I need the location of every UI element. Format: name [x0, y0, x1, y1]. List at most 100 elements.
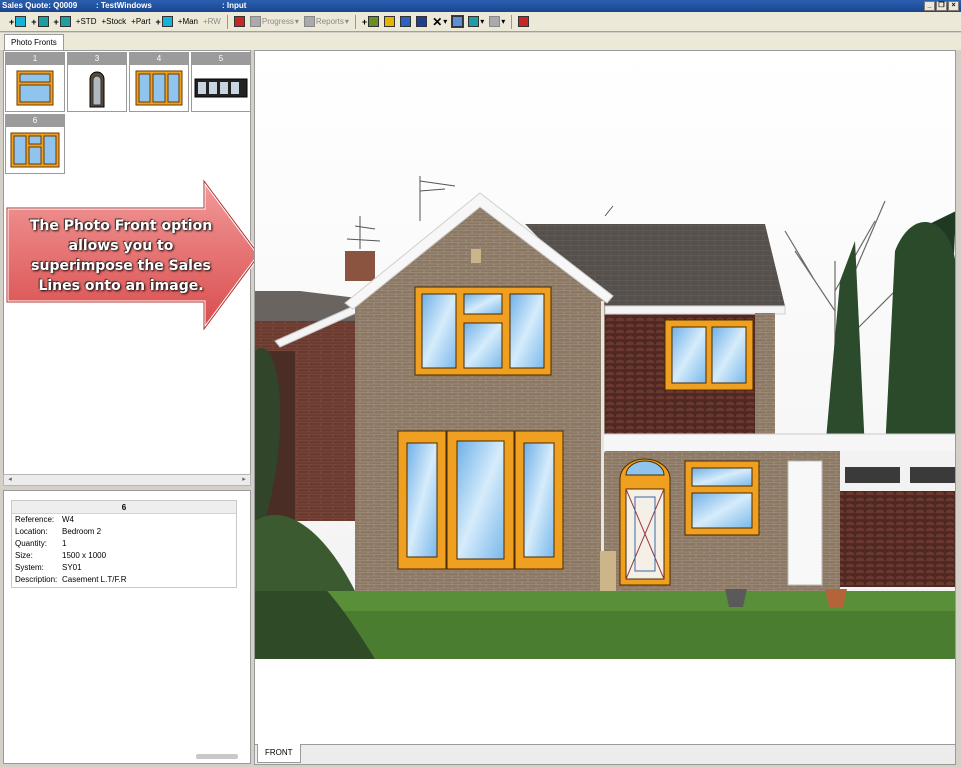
- restore-button[interactable]: ❐: [936, 1, 947, 11]
- truck-icon: [368, 16, 380, 27]
- detail-row: Location: Bedroom 2: [12, 526, 236, 538]
- copy-icon: [400, 16, 412, 27]
- chevron-down-icon: ▾: [501, 17, 506, 26]
- callout-text: The Photo Front option allows you to sup…: [29, 218, 213, 294]
- reports-icon: [303, 16, 315, 27]
- callout-arrow: The Photo Front option allows you to sup…: [4, 176, 262, 334]
- grid-icon: [468, 16, 480, 27]
- add-frame-button[interactable]: +: [53, 14, 72, 30]
- sales-line-details: 6 Reference: W4 Location: Bedroom 2 Quanti…: [11, 500, 237, 588]
- add-std-button[interactable]: +STD: [75, 14, 98, 30]
- minimize-button[interactable]: _: [924, 1, 935, 11]
- folder-open-icon: [384, 16, 396, 27]
- detail-value: W4: [62, 515, 74, 524]
- reports-label: Reports: [315, 17, 344, 26]
- thumbnail-number: 1: [6, 53, 64, 65]
- add-panel-button[interactable]: +: [155, 14, 174, 30]
- thumbnail-item[interactable]: 6: [5, 114, 65, 174]
- view-tab-strip: FRONT: [254, 744, 956, 765]
- palette-icon: [489, 16, 501, 27]
- window-controls: _ ❐ ×: [924, 1, 959, 11]
- progress-label: Progress: [261, 17, 294, 26]
- panel-icon: [161, 16, 173, 27]
- progress-icon: [249, 16, 261, 27]
- customer-button[interactable]: [233, 14, 246, 30]
- main-toolbar: + + + +STD +Stock +Part + +Man +RW Progr…: [0, 12, 961, 32]
- detail-value: 1500 x 1000: [62, 551, 107, 560]
- house-photo[interactable]: [255, 51, 956, 659]
- thumbnail-number: 3: [68, 53, 126, 65]
- add-stock-button[interactable]: +Stock: [100, 14, 127, 30]
- detail-key: Location:: [15, 527, 48, 536]
- thumbnail-item[interactable]: 4: [129, 52, 189, 112]
- detail-key: Reference:: [15, 515, 55, 524]
- superimposed-window-6: [414, 286, 552, 376]
- detail-row: System: SY01: [12, 562, 236, 574]
- scroll-right-icon[interactable]: ▸: [238, 475, 250, 485]
- toolbar-separator: [226, 14, 228, 29]
- eraser-button[interactable]: [517, 14, 530, 30]
- detail-value: SY01: [62, 563, 82, 572]
- add-man-button[interactable]: +Man: [177, 14, 199, 30]
- reports-menu[interactable]: Reports ▾: [303, 14, 350, 30]
- details-header: 6: [12, 501, 236, 514]
- scroll-left-icon[interactable]: ◂: [4, 475, 16, 485]
- close-icon: ✕: [432, 14, 443, 29]
- chevron-down-icon: ▾: [344, 17, 349, 26]
- thumbnail-item[interactable]: 3: [67, 52, 127, 112]
- toolbar-separator: [511, 14, 513, 29]
- view-toggle-button[interactable]: [451, 14, 465, 30]
- details-pane: 6 Reference: W4 Location: Bedroom 2 Quanti…: [3, 490, 251, 764]
- tab-strip: Photo Fronts: [0, 33, 961, 50]
- copy-button[interactable]: [399, 14, 412, 30]
- mode-title: : Input: [222, 1, 247, 10]
- door-icon: [37, 16, 49, 27]
- detail-row: Description: Casement L.T/F.R: [12, 574, 236, 586]
- colour-button[interactable]: ▾: [488, 14, 506, 30]
- customer-icon: [233, 16, 245, 27]
- casement-window-icon: [10, 132, 60, 168]
- add-window-button[interactable]: +: [8, 14, 27, 30]
- delete-button[interactable]: ✕ ▾: [431, 14, 448, 30]
- title-bar: Sales Quote: Q0009 : TestWindows : Input…: [0, 0, 961, 12]
- casement-window-icon: [16, 70, 54, 106]
- quote-title: Sales Quote: Q0009: [2, 1, 78, 10]
- detail-row: Size: 1500 x 1000: [12, 550, 236, 562]
- details-scroll-thumb[interactable]: [196, 754, 238, 759]
- thumbnail-item[interactable]: 5: [191, 52, 251, 112]
- close-button[interactable]: ×: [948, 1, 959, 11]
- chevron-down-icon: ▾: [443, 17, 448, 26]
- multi-pane-window-icon: [194, 78, 248, 98]
- detail-row: Reference: W4: [12, 514, 236, 526]
- open-button[interactable]: [383, 14, 396, 30]
- thumbnail-scrollbar[interactable]: ◂ ▸: [3, 474, 251, 486]
- thumbnail-number: 6: [6, 115, 64, 127]
- add-door-button[interactable]: +: [30, 14, 49, 30]
- toolbar-separator: [354, 14, 356, 29]
- save-button[interactable]: [415, 14, 428, 30]
- tab-front[interactable]: FRONT: [257, 744, 301, 763]
- tab-photo-fronts[interactable]: Photo Fronts: [4, 34, 64, 50]
- frame-icon: [59, 16, 71, 27]
- chevron-down-icon: ▾: [480, 17, 485, 26]
- detail-value: 1: [62, 539, 67, 548]
- thumbnail-number: 5: [192, 53, 250, 65]
- detail-key: Size:: [15, 551, 33, 560]
- triple-window-icon: [135, 70, 183, 106]
- progress-menu[interactable]: Progress ▾: [249, 14, 300, 30]
- save-icon: [416, 16, 428, 27]
- detail-key: System:: [15, 563, 44, 572]
- add-rw-button[interactable]: +RW: [202, 14, 222, 30]
- thumbnail-item[interactable]: 1: [5, 52, 65, 112]
- eraser-icon: [518, 16, 530, 27]
- add-part-button[interactable]: +Part: [130, 14, 151, 30]
- detail-key: Description:: [15, 575, 58, 584]
- window-icon: [15, 16, 27, 27]
- thumbnail-number: 4: [130, 53, 188, 65]
- arched-door-icon: [89, 71, 105, 108]
- add-item-button[interactable]: +: [361, 14, 380, 30]
- detail-value: Casement L.T/F.R: [62, 575, 127, 584]
- photo-front-canvas: [254, 50, 956, 745]
- chevron-down-icon: ▾: [294, 17, 299, 26]
- layout-button[interactable]: ▾: [467, 14, 485, 30]
